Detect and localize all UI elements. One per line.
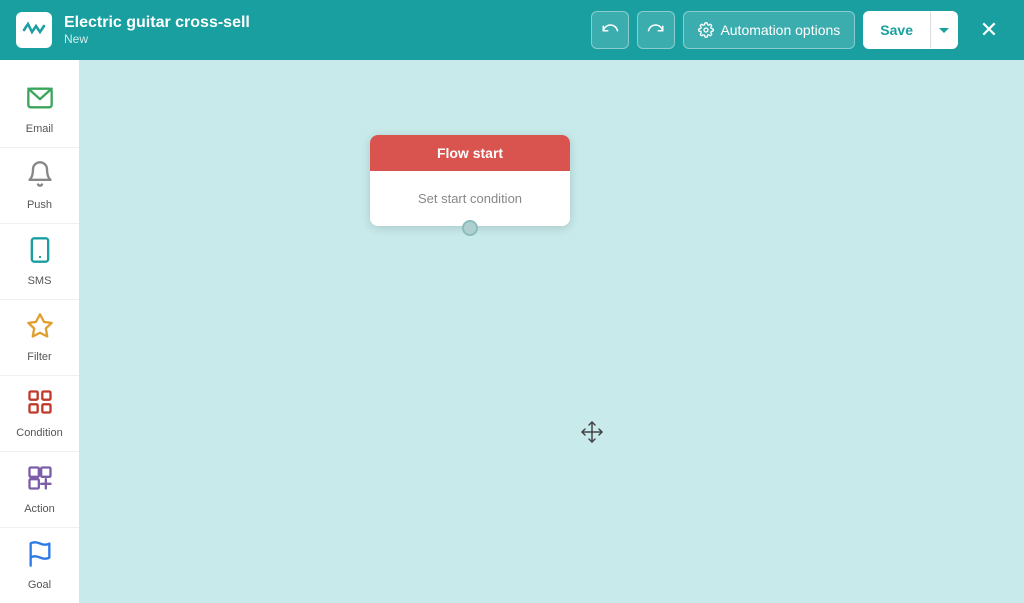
save-button-group: Save: [863, 11, 958, 49]
close-button[interactable]: ✕: [970, 11, 1008, 49]
sidebar-item-action-label: Action: [24, 503, 55, 515]
sidebar-item-push[interactable]: Push: [0, 148, 79, 224]
app-logo: [16, 12, 52, 48]
sidebar-item-email-label: Email: [26, 123, 54, 135]
goal-icon: [26, 540, 54, 575]
sidebar-item-goal-label: Goal: [28, 579, 51, 591]
flow-canvas[interactable]: Flow start Set start condition: [80, 60, 1024, 603]
filter-icon: [26, 312, 54, 347]
sidebar: Email Push SMS: [0, 60, 80, 603]
flow-node-connector[interactable]: [462, 220, 478, 236]
push-icon: [26, 160, 54, 195]
header: Electric guitar cross-sell New Automatio…: [0, 0, 1024, 60]
workflow-status: New: [64, 32, 579, 46]
sidebar-item-filter[interactable]: Filter: [0, 300, 79, 376]
sidebar-item-goal[interactable]: Goal: [0, 528, 79, 603]
action-icon: [26, 464, 54, 499]
sidebar-item-sms-label: SMS: [28, 275, 52, 287]
sidebar-item-condition[interactable]: Condition: [0, 376, 79, 452]
flow-node-header: Flow start: [370, 135, 570, 171]
flow-node-body[interactable]: Set start condition: [370, 171, 570, 226]
sidebar-item-filter-label: Filter: [27, 351, 51, 363]
header-title-area: Electric guitar cross-sell New: [64, 14, 579, 46]
main-area: Email Push SMS: [0, 60, 1024, 603]
header-actions: Automation options Save ✕: [591, 11, 1008, 49]
sidebar-item-condition-label: Condition: [16, 427, 62, 439]
redo-button[interactable]: [637, 11, 675, 49]
automation-options-button[interactable]: Automation options: [683, 11, 855, 49]
sidebar-item-email[interactable]: Email: [0, 72, 79, 148]
workflow-title: Electric guitar cross-sell: [64, 14, 579, 32]
sidebar-item-sms[interactable]: SMS: [0, 224, 79, 300]
condition-icon: [26, 388, 54, 423]
save-button[interactable]: Save: [863, 11, 930, 49]
email-icon: [26, 84, 54, 119]
sms-icon: [26, 236, 54, 271]
save-dropdown-button[interactable]: [930, 11, 958, 49]
automation-options-label: Automation options: [720, 22, 840, 38]
undo-button[interactable]: [591, 11, 629, 49]
flow-start-node[interactable]: Flow start Set start condition: [370, 135, 570, 226]
canvas-move-cursor: [580, 420, 604, 450]
sidebar-item-push-label: Push: [27, 199, 52, 211]
sidebar-item-action[interactable]: Action: [0, 452, 79, 528]
